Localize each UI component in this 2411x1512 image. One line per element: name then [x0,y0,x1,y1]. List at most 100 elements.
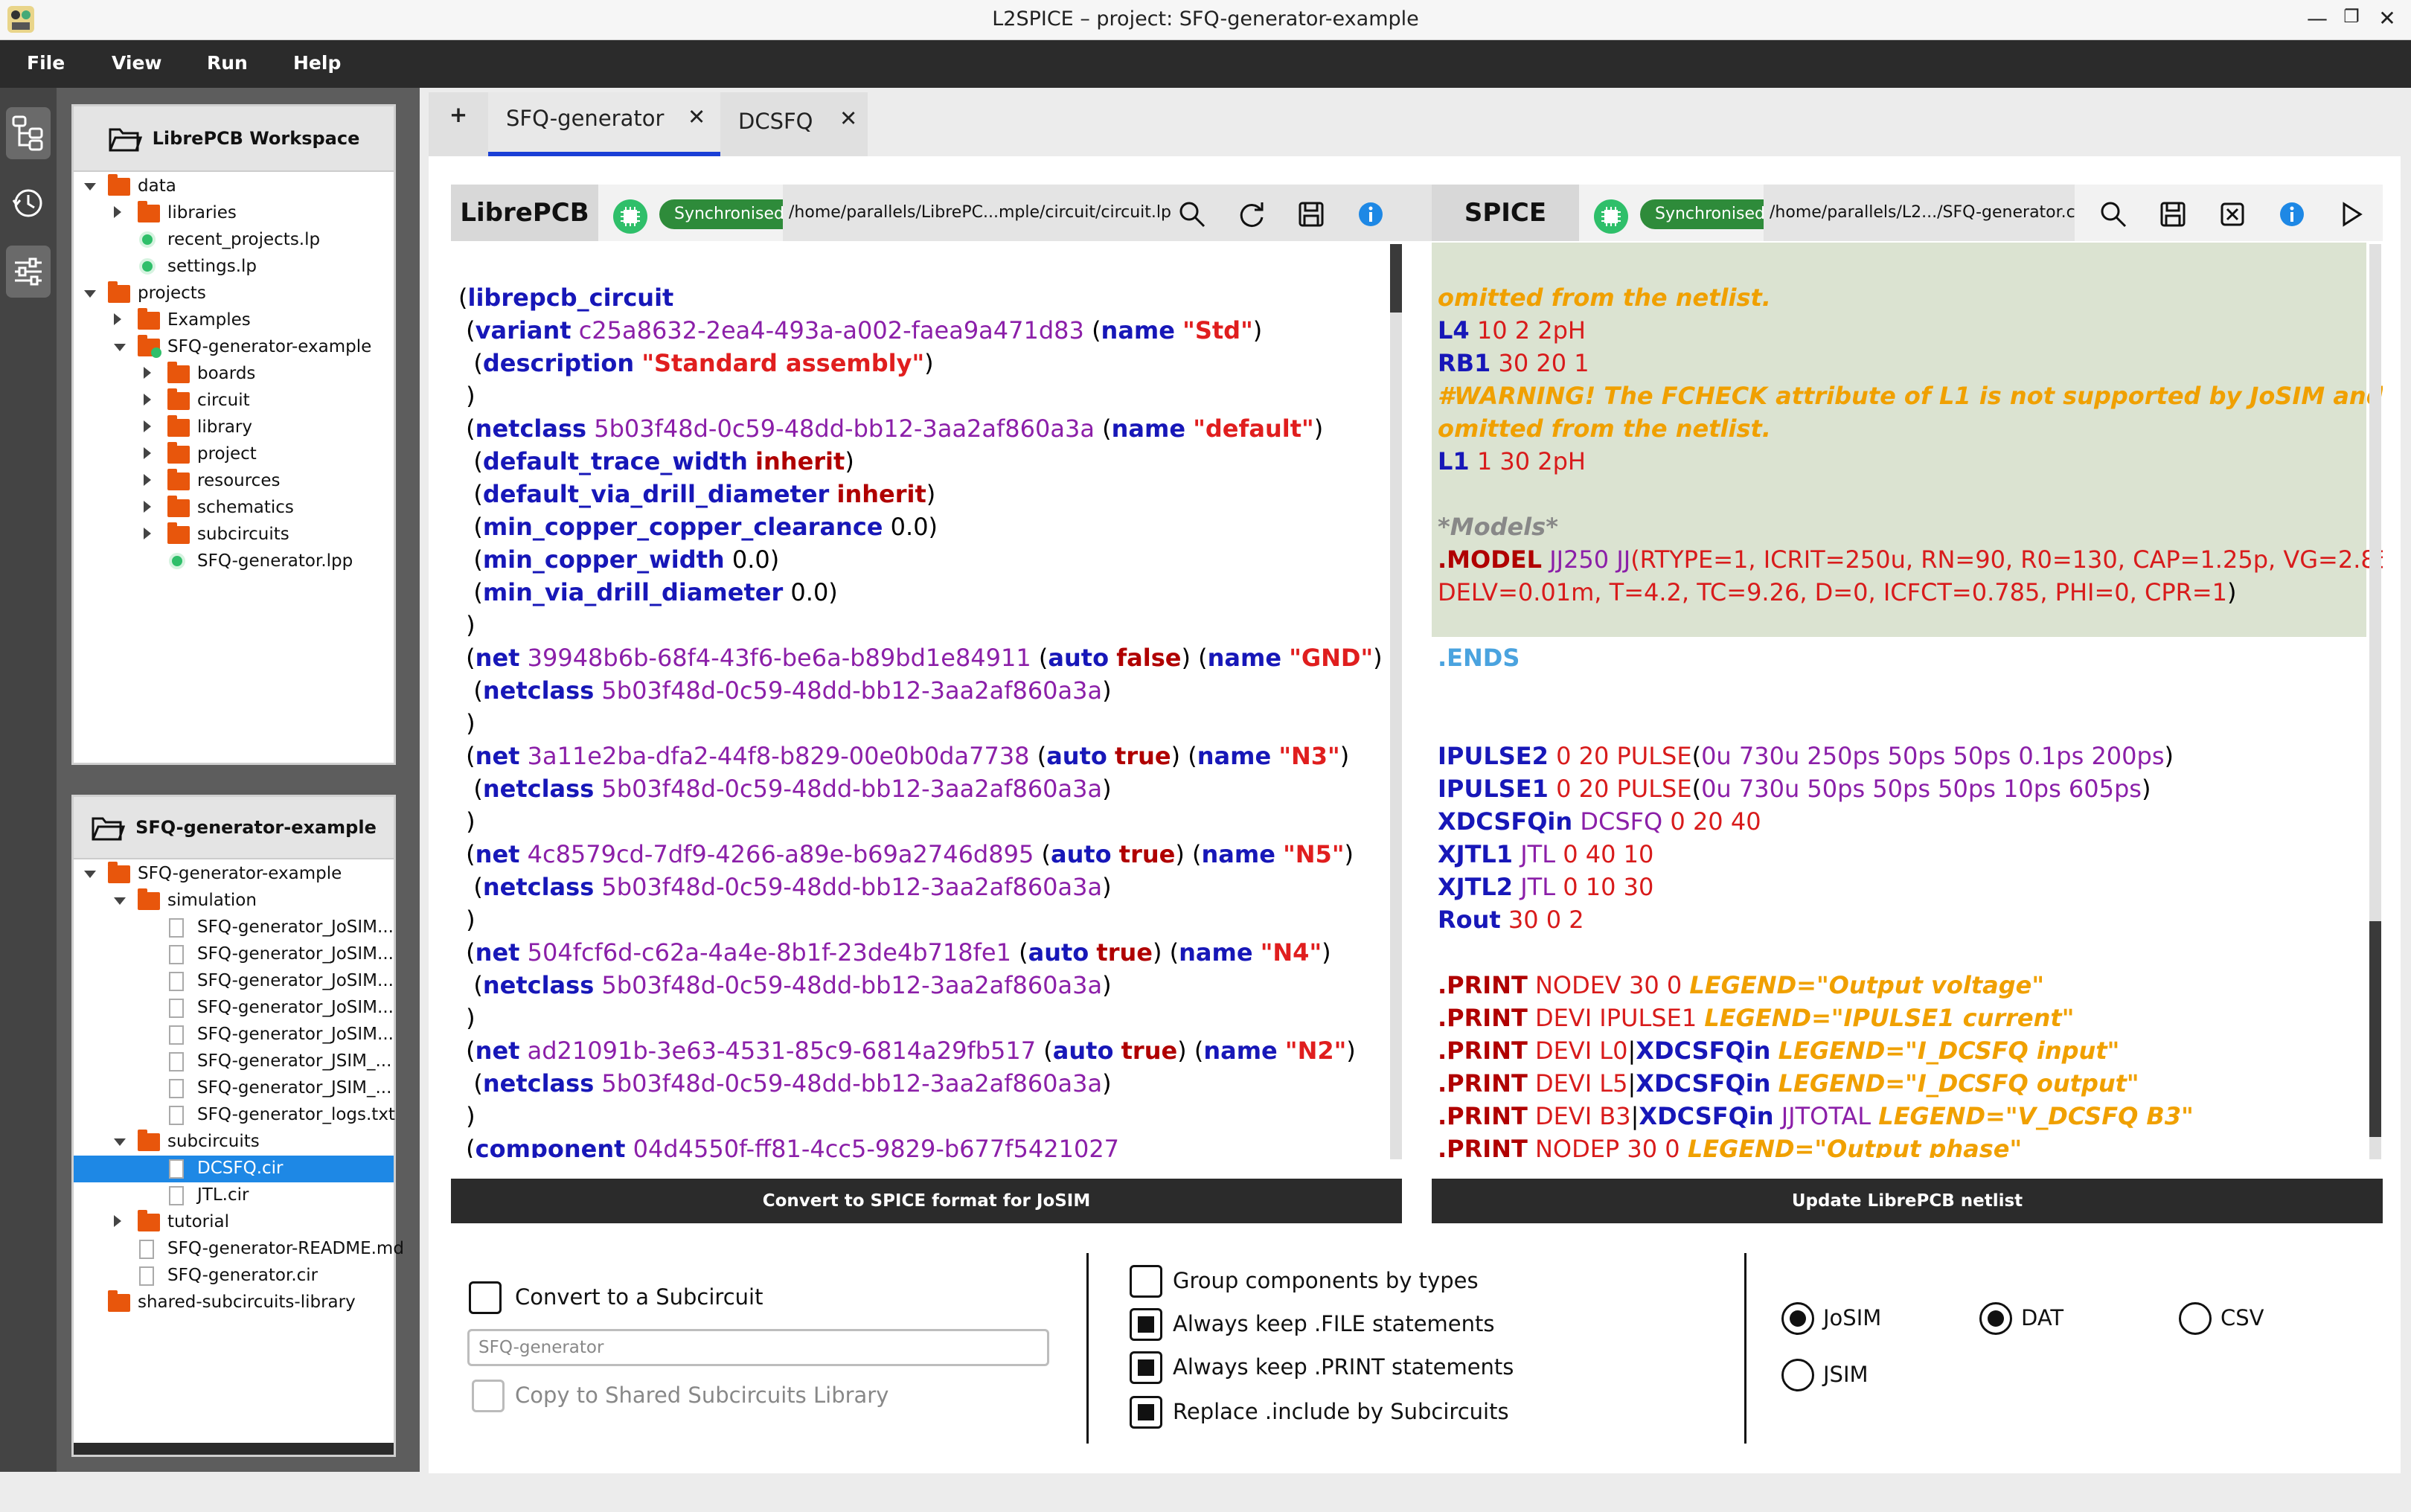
maximize-button[interactable]: ❐ [2337,6,2366,27]
keep-file-checkbox[interactable] [1130,1308,1162,1341]
clear-icon[interactable] [2218,199,2247,229]
update-librepcb-netlist-button[interactable]: Update LibrePCB netlist [1432,1179,2383,1223]
subcircuit-name-input[interactable]: SFQ-generator [467,1329,1049,1366]
tree-item[interactable]: resources [74,468,394,495]
menu-run[interactable]: Run [207,52,248,74]
tab-sfq-generator[interactable]: SFQ-generator ✕ [488,92,720,156]
tree-item[interactable]: SFQ-generator_JoSIM... [74,968,394,995]
tree-item[interactable]: subcircuits [74,522,394,548]
tree-item[interactable]: DCSFQ.cir [74,1156,394,1182]
close-icon[interactable]: ✕ [688,104,705,129]
tree-item[interactable]: SFQ-generator.cir [74,1263,394,1290]
run-icon[interactable] [2337,199,2366,229]
tree-item[interactable]: SFQ-generator_JoSIM... [74,941,394,968]
chevron-right-icon[interactable] [144,394,151,406]
tree-item[interactable]: tutorial [74,1209,394,1236]
settings-button[interactable] [6,246,51,298]
code-line: .PRINT DEVI L0|XDCSFQin LEGEND="I_DCSFQ … [1438,1037,2120,1065]
horizontal-scrollbar[interactable] [74,1443,394,1455]
tree-item[interactable]: circuit [74,388,394,414]
chevron-right-icon[interactable] [144,501,151,513]
tree-item[interactable]: library [74,414,394,441]
spice-code[interactable]: omitted from the netlist. L4 10 2 2pH RB1 … [1432,249,2383,1158]
tree-item[interactable]: SFQ-generator_JoSIM... [74,1022,394,1048]
refresh-icon[interactable] [1237,199,1267,229]
tree-item[interactable]: SFQ-generator-README.md [74,1236,404,1263]
close-window-button[interactable]: ✕ [2372,6,2402,31]
tree-item[interactable]: SFQ-generator_JoSIM... [74,914,394,941]
close-icon[interactable]: ✕ [839,106,857,131]
tree-item[interactable]: SFQ-generator-example [74,334,394,361]
code-line: RB1 30 20 1 [1438,349,1589,377]
chevron-right-icon[interactable] [144,447,151,459]
chevron-down-icon[interactable] [114,1138,126,1146]
add-tab-button[interactable]: + [429,92,488,156]
dat-radio[interactable] [1979,1302,2012,1335]
tree-item-label: SFQ-generator_JoSIM... [197,998,394,1017]
file-icon [169,945,184,964]
chevron-down-icon[interactable] [114,897,126,905]
explorer-button[interactable] [6,107,51,159]
josim-radio[interactable] [1781,1302,1814,1335]
jsim-label: JSIM [1823,1362,1869,1387]
tree-item[interactable]: schematics [74,495,394,522]
chevron-right-icon[interactable] [114,313,121,325]
chevron-down-icon[interactable] [84,871,96,878]
tree-item[interactable]: SFQ-generator_JSIM_... [74,1075,394,1102]
group-components-checkbox[interactable] [1130,1265,1162,1298]
tree-item[interactable]: Examples [74,307,394,334]
tree-item[interactable]: data [74,173,394,200]
chevron-down-icon[interactable] [84,183,96,190]
history-button[interactable] [6,177,51,229]
chevron-down-icon[interactable] [114,344,126,351]
librepcb-code[interactable]: (librepcb_circuit (variant c25a8632-2ea4… [451,249,1402,1158]
convert-to-spice-button[interactable]: Convert to SPICE format for JoSIM [451,1179,1402,1223]
chevron-right-icon[interactable] [114,1215,121,1227]
chevron-down-icon[interactable] [84,290,96,298]
tree-item[interactable]: JTL.cir [74,1182,394,1209]
chevron-right-icon[interactable] [144,474,151,486]
tree-item[interactable]: subcircuits [74,1129,394,1156]
tree-item[interactable]: SFQ-generator_JoSIM... [74,995,394,1022]
tree-item[interactable]: project [74,441,394,468]
chevron-right-icon[interactable] [144,528,151,539]
keep-print-checkbox[interactable] [1130,1351,1162,1384]
csv-radio[interactable] [2179,1302,2212,1335]
minimize-button[interactable]: — [2302,6,2332,31]
tree-item[interactable]: SFQ-generator_JSIM_... [74,1048,394,1075]
chevron-right-icon[interactable] [114,206,121,218]
copy-shared-label: Copy to Shared Subcircuits Library [515,1383,889,1408]
folder-icon [138,1210,160,1231]
tab-dcsfq[interactable]: DCSFQ ✕ [720,92,868,156]
chevron-right-icon[interactable] [144,367,151,379]
menu-help[interactable]: Help [293,52,341,74]
jsim-radio[interactable] [1781,1359,1814,1391]
tree-item[interactable]: shared-subcircuits-library [74,1290,394,1316]
menu-file[interactable]: File [27,52,65,74]
save-icon[interactable] [2158,199,2188,229]
tree-item[interactable]: boards [74,361,394,388]
search-icon[interactable] [2098,199,2128,229]
convert-subcircuit-checkbox[interactable] [469,1281,502,1314]
save-icon[interactable] [1296,199,1326,229]
menu-view[interactable]: View [112,52,162,74]
info-icon[interactable] [1356,199,1386,229]
chevron-right-icon[interactable] [144,420,151,432]
tree-item[interactable]: simulation [74,888,394,914]
info-icon[interactable] [2277,199,2307,229]
tree-item[interactable]: SFQ-generator_logs.txt [74,1102,395,1129]
librepcb-editor: LibrePCB Synchronised /home/parallels/Li… [451,185,1616,1223]
librepcb-scrollbar[interactable] [1390,244,1402,1159]
replace-include-checkbox[interactable] [1130,1396,1162,1429]
spice-scrollbar[interactable] [2369,244,2381,1159]
tree-item[interactable]: projects [74,281,394,307]
file-icon [169,1052,184,1071]
tree-item[interactable]: recent_projects.lp [74,227,394,254]
search-icon[interactable] [1177,199,1207,229]
copy-shared-checkbox[interactable] [472,1380,505,1412]
tree-item[interactable]: SFQ-generator.lpp [74,548,394,575]
tree-item[interactable]: SFQ-generator-example [74,861,394,888]
tree-item[interactable]: settings.lp [74,254,394,281]
tree-item-label: SFQ-generator_logs.txt [197,1105,395,1124]
tree-item[interactable]: libraries [74,200,394,227]
